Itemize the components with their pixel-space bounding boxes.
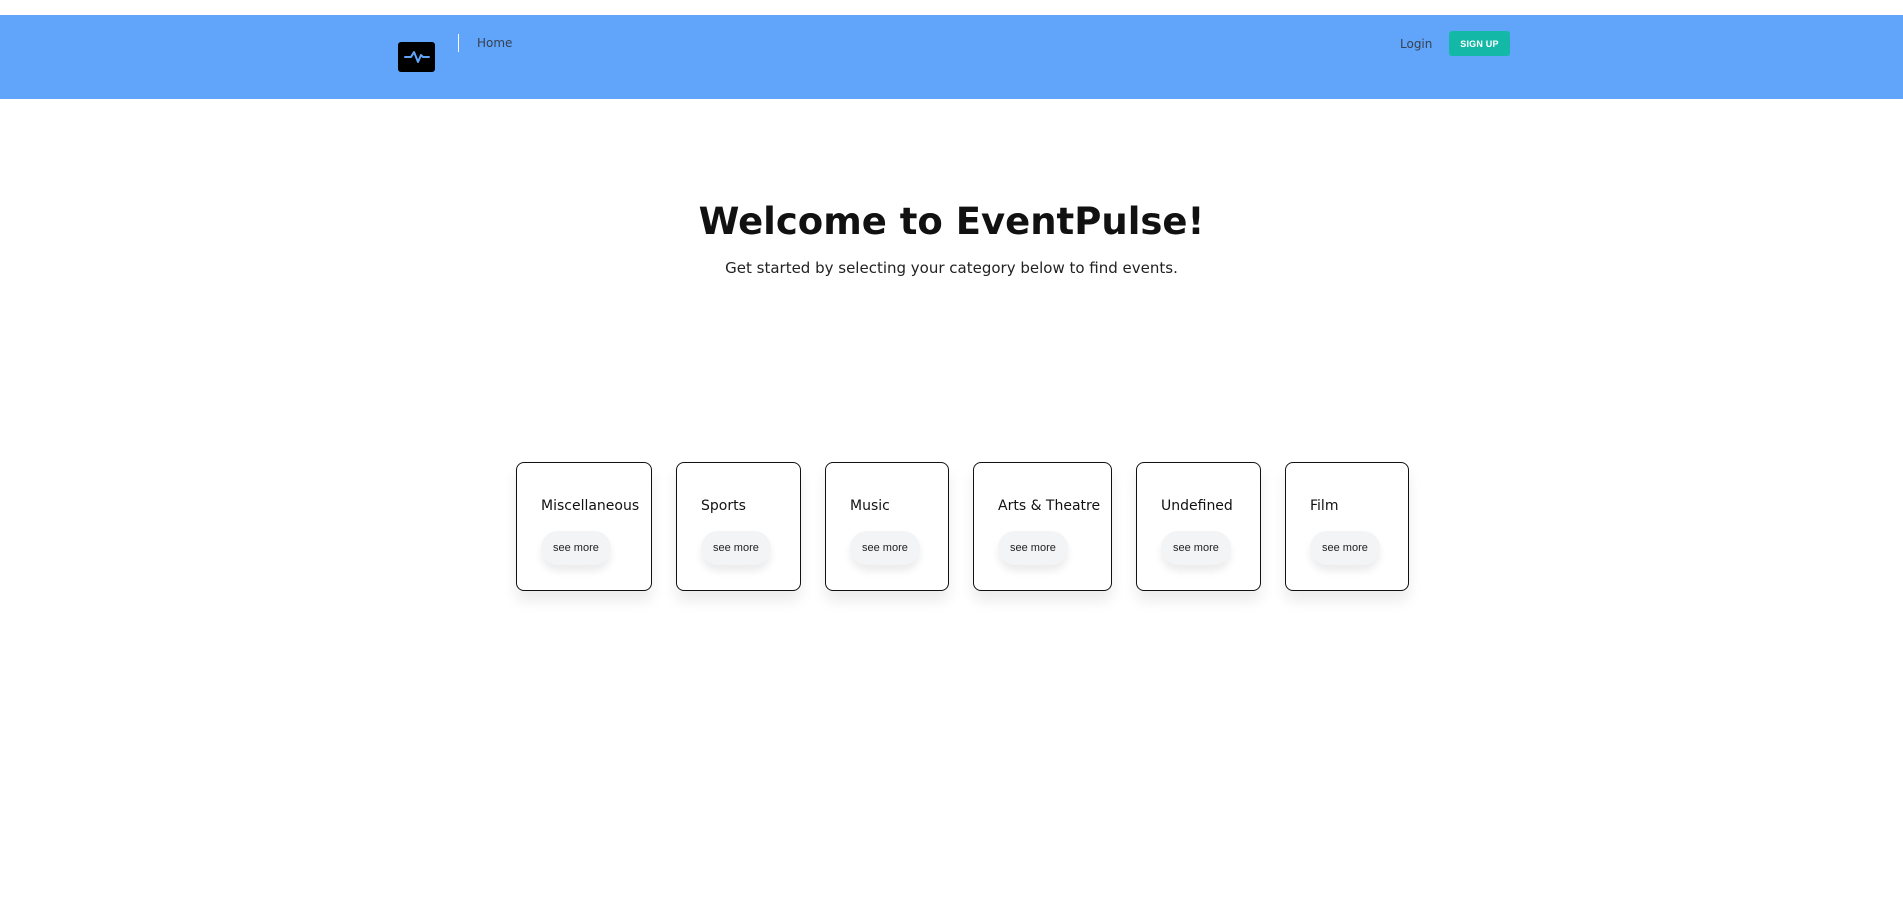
category-title: Miscellaneous xyxy=(541,498,640,514)
see-more-button[interactable]: see more xyxy=(541,531,611,565)
see-more-button[interactable]: see more xyxy=(701,531,771,565)
category-card-sports: Sports see more xyxy=(676,462,801,591)
category-title: Undefined xyxy=(1161,498,1233,514)
login-link[interactable]: Login xyxy=(1400,35,1432,53)
category-title: Sports xyxy=(701,498,746,514)
see-more-button[interactable]: see more xyxy=(1161,531,1231,565)
category-title: Music xyxy=(850,498,890,514)
top-navigation-bar: Home Login SIGN UP xyxy=(0,15,1903,99)
page-title: Welcome to EventPulse! xyxy=(698,200,1205,243)
category-card-music: Music see more xyxy=(825,462,949,591)
eventpulse-logo[interactable] xyxy=(398,42,435,72)
category-card-arts-theatre: Arts & Theatre see more xyxy=(973,462,1112,591)
pulse-icon xyxy=(403,51,430,63)
see-more-button[interactable]: see more xyxy=(850,531,920,565)
see-more-button[interactable]: see more xyxy=(998,531,1068,565)
category-title: Arts & Theatre xyxy=(998,498,1101,514)
category-card-miscellaneous: Miscellaneous see more xyxy=(516,462,652,591)
category-title: Film xyxy=(1310,498,1339,514)
page-subtitle: Get started by selecting your category b… xyxy=(725,259,1178,277)
page-top-spacer xyxy=(0,0,1903,15)
nav-divider xyxy=(458,34,459,52)
see-more-button[interactable]: see more xyxy=(1310,531,1380,565)
nav-home-link[interactable]: Home xyxy=(477,34,512,52)
category-card-film: Film see more xyxy=(1285,462,1409,591)
signup-button[interactable]: SIGN UP xyxy=(1449,31,1510,56)
category-card-undefined: Undefined see more xyxy=(1136,462,1261,591)
